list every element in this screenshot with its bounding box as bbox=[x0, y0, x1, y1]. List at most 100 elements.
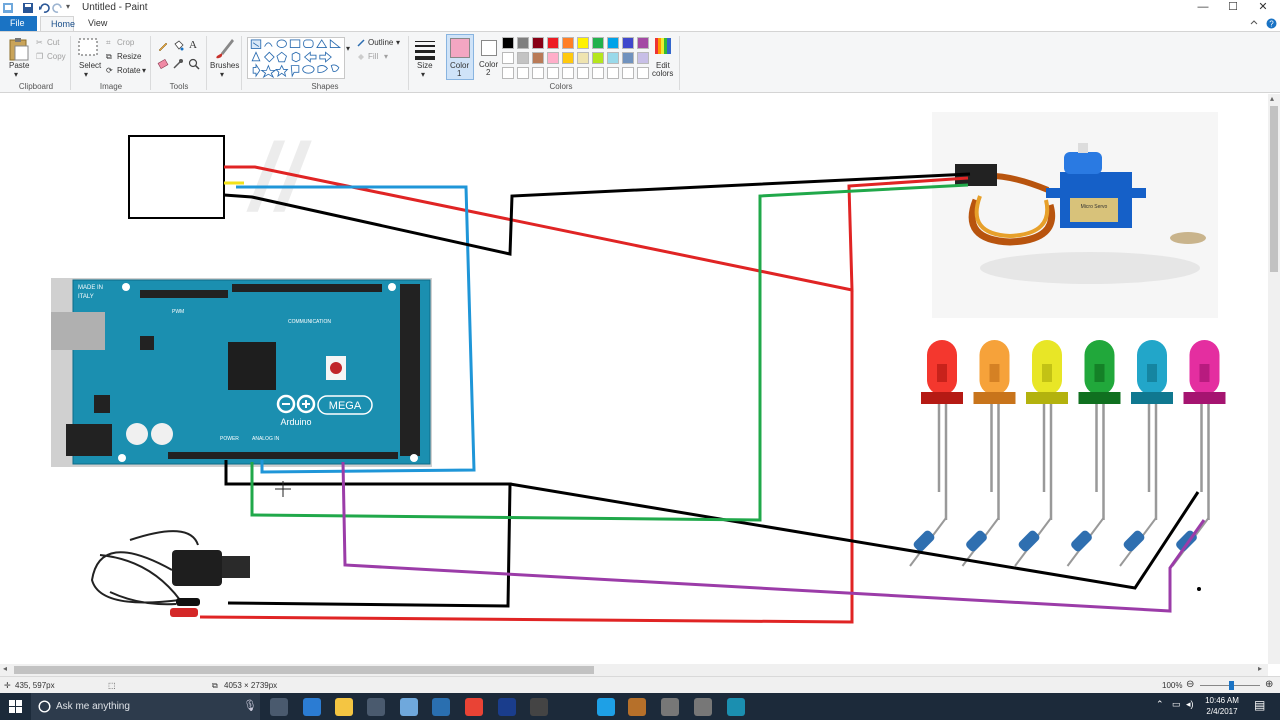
tab-home[interactable]: Home bbox=[40, 16, 75, 31]
tab-view[interactable]: View bbox=[78, 16, 112, 31]
drawing-canvas[interactable]: // MEGA Arduino MADE IN ITALY COMMUNICAT… bbox=[0, 94, 1268, 664]
cut-button[interactable]: Cut bbox=[47, 38, 59, 47]
edit-colors-icon[interactable] bbox=[654, 37, 672, 55]
zoom-out-button[interactable]: ⊖ bbox=[1186, 679, 1194, 690]
app-icon[interactable] bbox=[694, 698, 712, 716]
color2-button[interactable]: Color 2 bbox=[476, 34, 504, 80]
edge-icon[interactable] bbox=[303, 698, 321, 716]
tab-file[interactable]: File bbox=[0, 16, 37, 31]
palette-swatch[interactable] bbox=[517, 52, 529, 64]
rotate-button[interactable]: Rotate bbox=[117, 66, 141, 75]
close-button[interactable]: ✕ bbox=[1246, 0, 1280, 16]
zoom-slider-thumb[interactable] bbox=[1229, 681, 1234, 690]
minimize-button[interactable]: — bbox=[1186, 0, 1220, 16]
task-view-icon[interactable] bbox=[270, 698, 288, 716]
color1-button[interactable]: Color 1 bbox=[446, 34, 474, 80]
fill-icon[interactable] bbox=[172, 40, 184, 52]
taskbar-clock[interactable]: 10:46 AM 2/4/2017 bbox=[1200, 695, 1244, 717]
palette-swatch[interactable] bbox=[592, 37, 604, 49]
scroll-up-icon[interactable]: ▴ bbox=[1270, 94, 1274, 103]
network-icon[interactable]: ▭ bbox=[1172, 699, 1181, 710]
app-icon[interactable] bbox=[432, 698, 450, 716]
palette-swatch[interactable] bbox=[517, 37, 529, 49]
maximize-button[interactable]: ☐ bbox=[1216, 0, 1250, 16]
palette-swatch[interactable] bbox=[502, 37, 514, 49]
size-icon[interactable] bbox=[414, 38, 436, 60]
paint-taskbar-icon[interactable] bbox=[400, 698, 418, 716]
fill-dropdown-icon[interactable]: ▾ bbox=[384, 52, 388, 61]
scroll-left-icon[interactable]: ◂ bbox=[3, 664, 7, 673]
volume-icon[interactable]: ◂) bbox=[1186, 699, 1194, 710]
file-explorer-icon[interactable] bbox=[335, 698, 353, 716]
palette-swatch[interactable] bbox=[607, 52, 619, 64]
palette-swatch[interactable] bbox=[622, 52, 634, 64]
zoom-in-button[interactable]: ⊕ bbox=[1265, 679, 1273, 690]
paste-button[interactable]: Paste bbox=[9, 61, 29, 70]
palette-swatch[interactable] bbox=[502, 52, 514, 64]
palette-swatch-empty[interactable] bbox=[547, 67, 559, 79]
quick-access-dropdown-icon[interactable]: ▾ bbox=[66, 2, 78, 14]
windows-start-icon[interactable] bbox=[9, 700, 22, 713]
palette-swatch-empty[interactable] bbox=[577, 67, 589, 79]
taskbar-search[interactable]: Ask me anything 🎙 bbox=[31, 693, 260, 720]
redo-icon[interactable] bbox=[52, 2, 64, 14]
paste-icon[interactable] bbox=[8, 36, 30, 62]
brushes-button[interactable]: Brushes bbox=[210, 61, 239, 70]
palette-swatch-empty[interactable] bbox=[562, 67, 574, 79]
palette-swatch[interactable] bbox=[547, 37, 559, 49]
paste-dropdown-icon[interactable]: ▾ bbox=[14, 70, 18, 79]
select-icon[interactable] bbox=[78, 38, 98, 56]
brushes-dropdown-icon[interactable]: ▾ bbox=[220, 70, 224, 79]
select-button[interactable]: Select bbox=[79, 61, 101, 70]
media-icon[interactable] bbox=[628, 698, 646, 716]
canvas-area[interactable]: // MEGA Arduino MADE IN ITALY COMMUNICAT… bbox=[0, 94, 1268, 664]
horizontal-scrollbar[interactable]: ◂ ▸ bbox=[0, 664, 1268, 676]
palette-swatch-empty[interactable] bbox=[517, 67, 529, 79]
undo-icon[interactable] bbox=[38, 2, 50, 14]
app-icon[interactable] bbox=[661, 698, 679, 716]
microphone-icon[interactable]: 🎙 bbox=[243, 699, 257, 712]
palette-swatch-empty[interactable] bbox=[532, 67, 544, 79]
palette-swatch-empty[interactable] bbox=[592, 67, 604, 79]
palette-swatch[interactable] bbox=[637, 52, 649, 64]
shapes-scroll-icon[interactable]: ▾ bbox=[346, 44, 350, 53]
skype-icon[interactable] bbox=[597, 698, 615, 716]
chrome-icon[interactable] bbox=[465, 698, 483, 716]
text-tool-icon[interactable]: A bbox=[189, 39, 197, 51]
app-icon[interactable] bbox=[530, 698, 548, 716]
palette-swatch[interactable] bbox=[577, 52, 589, 64]
size-button[interactable]: Size bbox=[417, 61, 433, 70]
store-icon[interactable] bbox=[367, 698, 385, 716]
copy-button[interactable]: Copy bbox=[47, 52, 66, 61]
resize-button[interactable]: Resize bbox=[117, 52, 141, 61]
scroll-right-icon[interactable]: ▸ bbox=[1258, 664, 1262, 673]
palette-swatch[interactable] bbox=[607, 37, 619, 49]
horizontal-scroll-thumb[interactable] bbox=[14, 666, 594, 674]
eraser-icon[interactable] bbox=[157, 58, 169, 70]
palette-swatch-empty[interactable] bbox=[502, 67, 514, 79]
palette-swatch[interactable] bbox=[637, 37, 649, 49]
magnifier-icon[interactable] bbox=[188, 58, 200, 70]
palette-swatch-empty[interactable] bbox=[637, 67, 649, 79]
palette-swatch[interactable] bbox=[577, 37, 589, 49]
arduino-taskbar-icon[interactable] bbox=[727, 698, 745, 716]
shapes-gallery[interactable] bbox=[247, 37, 345, 79]
pencil-icon[interactable] bbox=[157, 40, 169, 52]
fill-button[interactable]: Fill bbox=[368, 52, 378, 61]
color-picker-icon[interactable] bbox=[172, 58, 184, 70]
action-center-icon[interactable]: ▤ bbox=[1254, 698, 1265, 712]
palette-swatch[interactable] bbox=[562, 37, 574, 49]
palette-swatch[interactable] bbox=[532, 52, 544, 64]
palette-swatch-empty[interactable] bbox=[622, 67, 634, 79]
palette-swatch-empty[interactable] bbox=[607, 67, 619, 79]
photoshop-icon[interactable] bbox=[498, 698, 516, 716]
rotate-dropdown-icon[interactable]: ▾ bbox=[142, 66, 146, 75]
outline-button[interactable]: Outline bbox=[368, 38, 393, 47]
save-icon[interactable] bbox=[22, 2, 34, 14]
crop-button[interactable]: Crop bbox=[117, 38, 134, 47]
tray-chevron-icon[interactable]: ⌃ bbox=[1156, 699, 1164, 710]
vertical-scrollbar[interactable]: ▴ bbox=[1268, 94, 1280, 664]
vertical-scroll-thumb[interactable] bbox=[1270, 106, 1278, 272]
brushes-icon[interactable] bbox=[213, 36, 235, 60]
palette-swatch[interactable] bbox=[547, 52, 559, 64]
